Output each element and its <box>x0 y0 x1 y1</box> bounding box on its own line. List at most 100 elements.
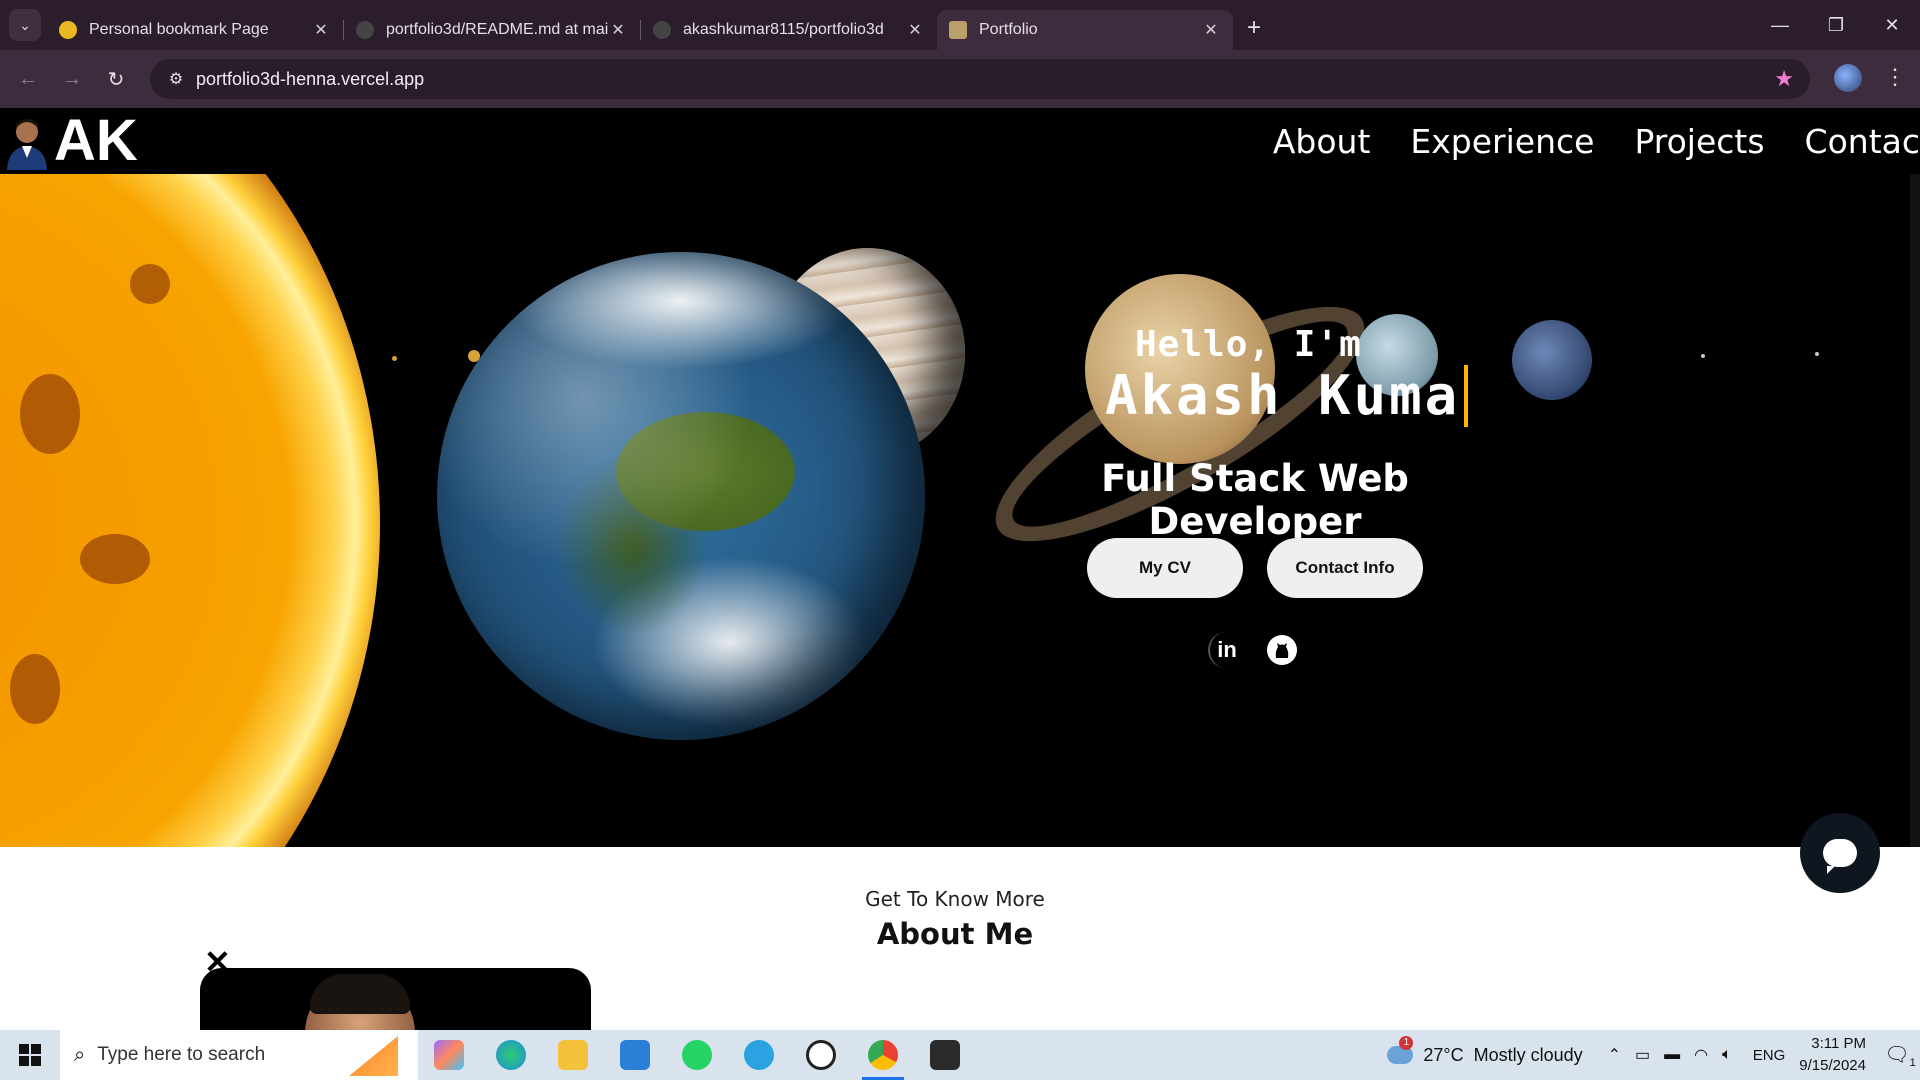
moon-image <box>468 350 480 362</box>
nav-link-about[interactable]: About <box>1273 122 1371 161</box>
browser-tab-bar: ⌄ Personal bookmark Page ✕ portfolio3d/R… <box>0 0 1920 50</box>
back-arrow-icon[interactable]: ← <box>6 68 50 91</box>
site-nav-links: About Experience Projects Contac <box>1233 108 1920 174</box>
webpage: AK About Experience Projects Contac Hell… <box>0 108 1920 1030</box>
url-input[interactable]: ⚙ portfolio3d-henna.vercel.app ★ <box>150 59 1810 99</box>
forward-arrow-icon[interactable]: → <box>50 68 94 91</box>
wifi-icon[interactable]: ◠ <box>1694 1045 1708 1065</box>
nav-link-contact[interactable]: Contac <box>1805 122 1920 161</box>
telegram-icon[interactable] <box>728 1030 790 1080</box>
site-navbar: AK About Experience Projects Contac <box>0 108 1920 174</box>
edge-icon[interactable] <box>480 1030 542 1080</box>
notifications-icon[interactable]: 🗨︎1 <box>1880 1042 1920 1069</box>
avatar <box>7 119 47 170</box>
search-icon: ⌕ <box>74 1043 86 1066</box>
close-tab-icon[interactable]: ✕ <box>311 20 331 40</box>
browser-menu-icon[interactable]: ⋮ <box>1884 64 1906 90</box>
copilot-icon[interactable] <box>418 1030 480 1080</box>
search-highlight-icon <box>349 1036 398 1076</box>
site-info-icon[interactable]: ⚙ <box>156 69 196 89</box>
terminal-icon[interactable] <box>914 1030 976 1080</box>
chrome-icon[interactable] <box>852 1030 914 1080</box>
sunspot <box>130 264 170 304</box>
close-tab-icon[interactable]: ✕ <box>1201 20 1221 40</box>
tab-title: Portfolio <box>979 21 1038 38</box>
new-tab-button[interactable]: + <box>1247 14 1261 42</box>
chat-bubble-icon <box>1823 839 1857 874</box>
threads-icon[interactable] <box>790 1030 852 1080</box>
clock-date: 9/15/2024 <box>1799 1057 1866 1074</box>
tab-bookmarks[interactable]: Personal bookmark Page ✕ <box>47 10 343 50</box>
moon-image <box>392 356 397 361</box>
bookmark-star-icon[interactable]: ★ <box>1774 66 1794 92</box>
taskbar-search-input[interactable]: ⌕ Type here to search <box>60 1030 418 1080</box>
weather-alert-badge: 1 <box>1399 1036 1414 1050</box>
tab-title: Personal bookmark Page <box>89 21 269 38</box>
clock-time: 3:11 PM <box>1811 1035 1866 1052</box>
tab-search-button[interactable]: ⌄ <box>9 9 41 41</box>
linkedin-icon[interactable]: in <box>1208 632 1244 668</box>
tab-title: portfolio3d/README.md at mai <box>386 21 608 38</box>
star-dot <box>1815 352 1819 356</box>
nav-link-projects[interactable]: Projects <box>1634 122 1764 161</box>
site-logo[interactable]: AK <box>54 108 138 174</box>
close-tab-icon[interactable]: ✕ <box>608 20 628 40</box>
about-subtitle: Get To Know More <box>865 887 1045 911</box>
github-favicon-icon <box>653 21 671 39</box>
chevron-up-icon[interactable]: ⌃ <box>1608 1045 1621 1065</box>
profile-avatar[interactable] <box>1834 64 1862 92</box>
battery-icon[interactable]: ▬ <box>1664 1046 1680 1064</box>
hero-greeting: Hello, I'm <box>1135 324 1362 365</box>
minimize-button[interactable]: — <box>1752 0 1808 50</box>
contact-info-button[interactable]: Contact Info <box>1267 538 1423 598</box>
weather-widget[interactable]: 1 27°C Mostly cloudy <box>1387 1036 1583 1066</box>
language-indicator[interactable]: ENG <box>1753 1047 1786 1064</box>
about-title: About Me <box>876 917 1034 951</box>
windows-taskbar: ⌕ Type here to search 1 27°C Mostly clou… <box>0 1030 1920 1080</box>
search-placeholder: Type here to search <box>97 1044 266 1065</box>
notification-count: 1 <box>1909 1056 1916 1069</box>
restore-button[interactable]: ❐ <box>1808 0 1864 50</box>
whatsapp-icon[interactable] <box>666 1030 728 1080</box>
hero-role: Full Stack Web Developer <box>1101 457 1409 543</box>
sun-image <box>0 174 380 847</box>
tab-readme[interactable]: portfolio3d/README.md at mai ✕ <box>344 10 640 50</box>
tab-portfolio[interactable]: Portfolio ✕ <box>937 10 1233 50</box>
about-section: Get To Know More About Me ✕ <box>0 847 1920 1030</box>
close-tab-icon[interactable]: ✕ <box>905 20 925 40</box>
portfolio-favicon-icon <box>949 21 967 39</box>
volume-icon[interactable]: 🔈︎ <box>1722 1046 1732 1064</box>
sunspot <box>10 654 60 724</box>
profile-photo-card <box>200 968 591 1030</box>
page-scrollbar[interactable] <box>1910 174 1920 847</box>
cloud-icon: 1 <box>1387 1036 1414 1064</box>
file-explorer-icon[interactable] <box>542 1030 604 1080</box>
nav-link-experience[interactable]: Experience <box>1410 122 1594 161</box>
vscode-icon[interactable] <box>604 1030 666 1080</box>
bookmark-favicon-icon <box>59 21 77 39</box>
system-tray: 1 27°C Mostly cloudy ⌃ ▭ ▬ ◠ 🔈︎ ENG 3:11… <box>1387 1030 1920 1080</box>
reload-icon[interactable]: ↻ <box>94 67 138 92</box>
window-controls: — ❐ ✕ <box>1752 0 1920 50</box>
tab-repo[interactable]: akashkumar8115/portfolio3d ✕ <box>641 10 937 50</box>
github-icon[interactable] <box>1264 632 1300 668</box>
clock[interactable]: 3:11 PM 9/15/2024 <box>1799 1033 1866 1077</box>
weather-temp: 27°C <box>1423 1044 1464 1065</box>
my-cv-button[interactable]: My CV <box>1087 538 1243 598</box>
close-window-button[interactable]: ✕ <box>1864 0 1920 50</box>
weather-condition: Mostly cloudy <box>1473 1044 1583 1065</box>
tab-title: akashkumar8115/portfolio3d <box>683 21 884 38</box>
sunspot <box>20 374 80 454</box>
hero-name: Akash Kuma <box>1105 364 1469 427</box>
star-dot <box>1701 354 1705 358</box>
typing-caret <box>1464 364 1469 427</box>
hero-name-text: Akash Kuma <box>1105 364 1461 427</box>
github-octocat-icon <box>1267 635 1297 665</box>
sunspot <box>80 534 150 584</box>
meet-icon[interactable]: ▭ <box>1635 1045 1650 1065</box>
profile-photo-hair <box>310 974 410 1014</box>
chat-widget-button[interactable] <box>1800 813 1880 893</box>
hero-section: Hello, I'm Akash Kuma Full Stack Web Dev… <box>0 174 1910 847</box>
start-button[interactable] <box>0 1044 60 1066</box>
address-bar-row: ← → ↻ ⚙ portfolio3d-henna.vercel.app ★ ⋮ <box>0 50 1920 108</box>
